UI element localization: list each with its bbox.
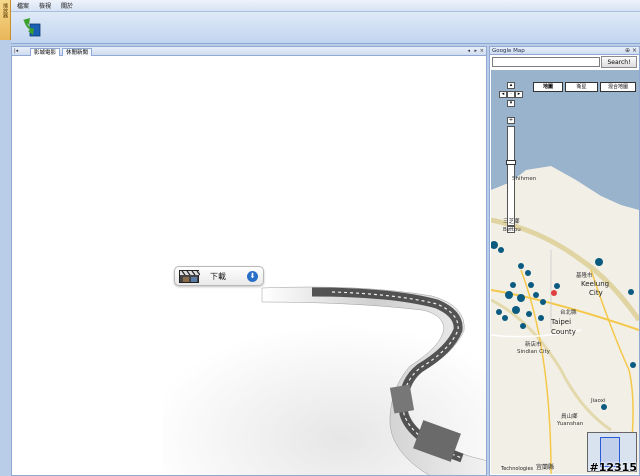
map-type-hybrid[interactable]: 混合地圖 — [600, 82, 636, 92]
tab-close-icon[interactable]: × — [480, 48, 484, 54]
tab-news[interactable]: 休閒新聞 — [62, 48, 93, 56]
place-label: 宜蘭縣 — [536, 464, 555, 471]
place-label: 台北縣 — [560, 310, 577, 316]
pan-right-icon[interactable]: ▸ — [515, 91, 523, 98]
refresh-arrows-icon — [23, 18, 41, 37]
map-type-map[interactable]: 地圖 — [533, 82, 563, 92]
player-pane: |◂ 影城電影 休閒新聞 ◂ ▸ × 下載 ⬇ — [11, 46, 487, 476]
tab-bar: |◂ 影城電影 休閒新聞 ◂ ▸ × — [12, 47, 486, 56]
place-label: 基隆市 — [576, 273, 593, 279]
place-label: Sindian City — [517, 349, 550, 355]
place-label: Shihmen — [512, 176, 537, 182]
place-label: 員山鄉 — [561, 414, 578, 420]
place-label: County — [551, 328, 576, 336]
tab-prev-icon[interactable]: ◂ — [467, 48, 470, 54]
pan-up-icon[interactable]: ▴ — [507, 82, 515, 89]
menu-about[interactable]: 關於 — [61, 1, 73, 10]
place-label: City — [589, 289, 603, 297]
zoom-in-icon[interactable]: + — [507, 117, 515, 124]
menu-bar: 檔案 檢視 關於 — [11, 0, 640, 12]
map-canvas[interactable]: 地圖 衛星 混合地圖 ▴ ◂ · ▸ ▾ + − Shihmen 三芝鄉 Bei… — [491, 70, 639, 474]
place-label: 三芝鄉 — [503, 219, 520, 225]
tab-first-icon[interactable]: |◂ — [14, 48, 18, 54]
download-button[interactable]: 下載 ⬇ — [174, 266, 264, 286]
toolbar — [11, 12, 640, 44]
map-type-satellite[interactable]: 衛星 — [565, 82, 598, 92]
refresh-button[interactable] — [21, 16, 41, 38]
download-arrow-icon: ⬇ — [247, 271, 258, 282]
place-label: Beitou — [503, 227, 521, 233]
place-label: Keelung — [581, 280, 610, 288]
watermark: #12315 — [589, 461, 638, 474]
map-panel-title: Google Map — [492, 48, 525, 54]
clapperboard-icon — [179, 270, 201, 283]
place-label: Yuanshan — [557, 421, 584, 427]
download-label: 下載 — [210, 272, 226, 281]
map-panel-header: Google Map ⊕ × — [490, 47, 639, 55]
place-label: Jiaoxi — [591, 398, 606, 404]
menu-file[interactable]: 檔案 — [17, 1, 29, 10]
pan-down-icon[interactable]: ▾ — [507, 100, 515, 107]
side-panel-tab[interactable]: 播放器 — [0, 0, 11, 40]
place-label: 新店市 — [525, 342, 542, 348]
place-label: Taipei — [551, 318, 572, 326]
menu-view[interactable]: 檢視 — [39, 1, 51, 10]
content-area: 下載 ⬇ — [12, 56, 486, 475]
google-map-pane: Google Map ⊕ × Search! 地圖 衛星 混合地圖 ▴ ◂ · … — [489, 46, 640, 476]
map-copyright: Technologies — [501, 466, 534, 472]
pan-center-icon[interactable]: · — [507, 91, 515, 98]
zoom-slider-thumb[interactable] — [506, 160, 516, 165]
map-type-label: 衛星 — [576, 84, 587, 90]
map-search-button[interactable]: Search! — [601, 56, 637, 68]
map-search-row: Search! — [490, 55, 639, 69]
map-search-input[interactable] — [492, 57, 600, 67]
pan-left-icon[interactable]: ◂ — [499, 91, 507, 98]
panel-pin-close-icon[interactable]: ⊕ × — [625, 47, 637, 54]
side-panel-label: 播放器 — [2, 3, 8, 18]
map-type-label: 混合地圖 — [607, 84, 628, 90]
tab-movies[interactable]: 影城電影 — [30, 48, 61, 56]
map-type-label: 地圖 — [542, 84, 553, 90]
tab-next-icon[interactable]: ▸ — [474, 48, 477, 54]
